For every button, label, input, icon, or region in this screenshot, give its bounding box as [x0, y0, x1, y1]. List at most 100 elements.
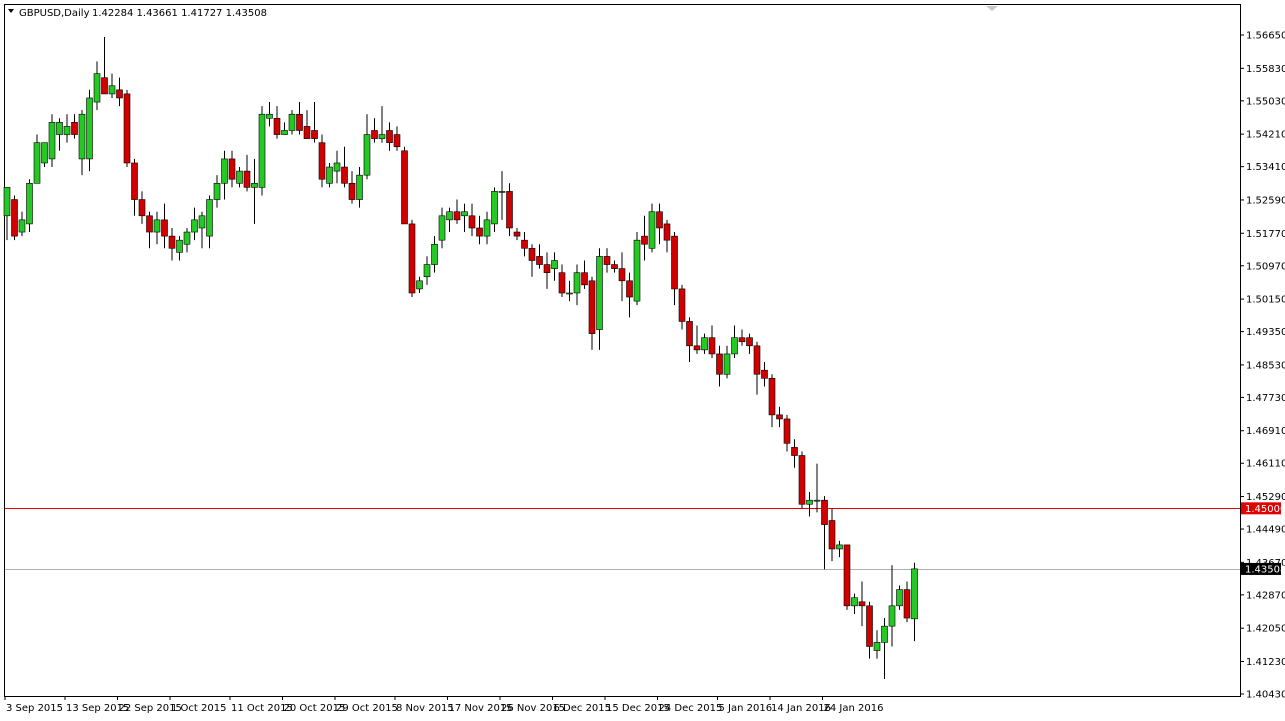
candle — [506, 183, 513, 237]
candle — [123, 89, 131, 168]
candle-body-bull — [108, 85, 116, 95]
candle-body-bear — [146, 215, 153, 233]
candle-body-bull — [213, 182, 221, 200]
candle-body-bull — [573, 272, 581, 294]
candle-body-bull — [551, 260, 558, 269]
candle-body-bull — [498, 191, 506, 193]
price-axis: 1.56650 1.55830 1.55030 1.54210 1.53410 1.525… — [1240, 31, 1285, 701]
price-tick-label: 1.47730 — [1246, 393, 1285, 404]
candle-body-bear — [903, 589, 911, 619]
candle — [798, 451, 806, 509]
symbol-label: GBPUSD,Daily — [19, 8, 90, 19]
price-tags: 1.45000 1.43508 — [1241, 502, 1285, 575]
price-tick-label: 1.42870 — [1246, 590, 1285, 601]
candle — [408, 219, 416, 298]
candle — [258, 106, 266, 196]
candle-body-bull — [266, 113, 273, 119]
candle-body-bear — [543, 264, 551, 273]
candle-body-bear — [296, 113, 303, 131]
candle-body-bear — [828, 520, 836, 550]
candle-body-bull — [648, 211, 656, 249]
candle-body-bull — [633, 239, 641, 302]
candle — [86, 89, 93, 172]
candle-body-bear — [303, 126, 311, 139]
price-tag-label: 1.45000 — [1245, 504, 1285, 515]
candle-body-bull — [911, 568, 918, 620]
candle-body-bear — [528, 248, 536, 261]
price-tick-label: 1.54210 — [1246, 130, 1285, 141]
candle-body-bull — [566, 292, 573, 295]
candle-body-bull — [198, 215, 206, 229]
candle-body-bull — [813, 499, 821, 502]
candle-body-bull — [326, 166, 333, 184]
time-tick-label: 3 Sep 2015 — [6, 703, 63, 714]
candle-body-bear — [776, 414, 783, 420]
candle-body-bear — [708, 337, 716, 355]
candle-body-bear — [453, 211, 461, 221]
candle-body-bull — [176, 239, 183, 253]
candle-body-bull — [438, 215, 446, 241]
candle — [318, 134, 326, 188]
candle-body-bull — [288, 113, 296, 131]
candle-body-bear — [341, 166, 348, 184]
time-tick-label: 14 Jan 2016 — [771, 703, 831, 714]
candle-body-bear — [243, 170, 251, 188]
candle — [11, 195, 18, 241]
candle-body-bear — [603, 256, 611, 265]
candle-body-bear — [168, 235, 176, 249]
candle-body-bear — [513, 231, 521, 237]
candle-body-bear — [521, 239, 528, 249]
candle-body-bull — [48, 122, 56, 160]
candle-body-bull — [431, 243, 438, 265]
candle-body-bear — [116, 89, 123, 99]
candle-body-bear — [686, 321, 693, 347]
candle-body-bear — [693, 345, 701, 351]
plot-frame — [4, 4, 1241, 697]
candle-body-bull — [461, 211, 468, 217]
price-tick-label: 1.55830 — [1246, 64, 1285, 75]
candle-body-bull — [896, 589, 903, 607]
chart-header: GBPUSD,Daily 1.42284 1.43661 1.41727 1.4… — [8, 8, 267, 19]
candle-body-bear — [228, 158, 236, 180]
price-tick-label: 1.46910 — [1246, 426, 1285, 437]
candle-body-bear — [401, 150, 408, 225]
candle-body-bear — [738, 337, 746, 343]
price-tick-label: 1.49350 — [1246, 327, 1285, 338]
candle-body-bull — [153, 219, 161, 233]
candle-body-bear — [71, 122, 78, 135]
candle-body-bear — [611, 264, 618, 269]
candle-body-bull — [888, 605, 896, 627]
candle-body-bull — [723, 353, 731, 375]
candle-body-bear — [536, 256, 543, 265]
candle-body-bear — [783, 418, 791, 444]
price-tick-label: 1.53410 — [1246, 162, 1285, 173]
candle — [48, 114, 56, 168]
candle-body-bull — [251, 182, 258, 188]
candle — [26, 179, 33, 233]
candle-body-bear — [393, 134, 401, 148]
price-tick-label: 1.40430 — [1246, 690, 1285, 701]
price-tick-label: 1.50150 — [1246, 295, 1285, 306]
time-tick-label: 1 Oct 2015 — [171, 703, 226, 714]
candle-body-bear — [101, 77, 108, 95]
candle-body-bull — [356, 174, 363, 200]
candle-body-bear — [318, 142, 326, 180]
candle-body-bull — [86, 97, 93, 160]
candle-body-bull — [93, 73, 101, 103]
price-tick-label: 1.52590 — [1246, 195, 1285, 206]
candle-body-bull — [851, 597, 858, 607]
candle-body-bear — [273, 117, 281, 135]
candle-body-bear — [138, 199, 146, 217]
candle-body-bull — [416, 280, 423, 290]
price-tick-label: 1.45290 — [1246, 492, 1285, 503]
candle-body-bull — [63, 126, 71, 135]
candle-body-bull — [281, 130, 288, 135]
time-tick-label: 5 Jan 2016 — [719, 703, 773, 714]
price-chart[interactable]: GBPUSD,Daily 1.42284 1.43661 1.41727 1.4… — [0, 0, 1285, 721]
candle-body-bull — [236, 170, 243, 184]
candle-body-bear — [468, 215, 476, 229]
candle-body-bear — [656, 211, 663, 229]
candle — [401, 146, 408, 225]
candle-body-bull — [206, 199, 213, 237]
candle-body-bull — [491, 191, 498, 225]
